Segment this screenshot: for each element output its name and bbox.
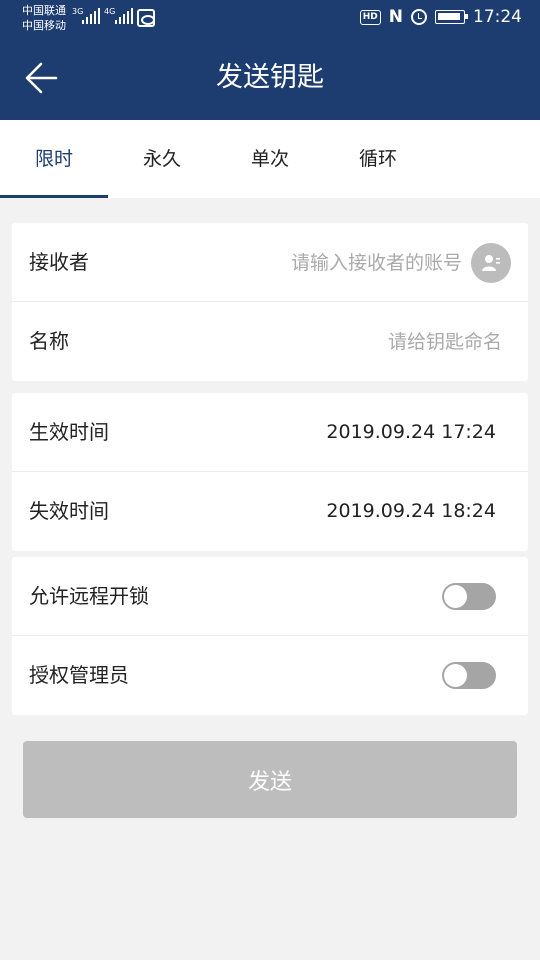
start-time-label: 生效时间 <box>29 420 109 444</box>
key-name-input[interactable] <box>242 322 502 362</box>
nfc-icon: N <box>388 7 403 27</box>
carrier-1: 中国联通 <box>22 4 66 17</box>
status-bar: 中国联通 中国移动 3G 4G HD N 17:24 <box>0 0 540 36</box>
tab-single-use[interactable]: 单次 <box>216 120 324 198</box>
recipient-input[interactable] <box>182 243 462 283</box>
status-indicators: HD N 17:24 <box>359 7 522 27</box>
app-notification-icon <box>137 9 155 27</box>
page-title: 发送钥匙 <box>216 62 324 93</box>
send-button[interactable]: 发送 <box>23 741 517 818</box>
admin-toggle[interactable] <box>442 662 496 689</box>
carrier-2: 中国移动 <box>22 19 66 32</box>
app-header: 中国联通 中国移动 3G 4G HD N 17:24 发送钥匙 <box>0 0 540 120</box>
end-time-row[interactable]: 失效时间 2019.09.24 18:24 <box>12 472 528 551</box>
permissions-card: 允许远程开锁 授权管理员 <box>12 557 528 715</box>
admin-row: 授权管理员 <box>12 636 528 715</box>
remote-unlock-label: 允许远程开锁 <box>29 584 149 608</box>
recipient-card: 接收者 名称 <box>12 223 528 381</box>
network-type-2: 4G <box>104 7 116 16</box>
key-name-label: 名称 <box>29 329 69 353</box>
recipient-row: 接收者 <box>12 223 528 302</box>
tab-limited-time[interactable]: 限时 <box>0 120 108 198</box>
tab-permanent[interactable]: 永久 <box>108 120 216 198</box>
end-time-value[interactable]: 2019.09.24 18:24 <box>326 472 496 551</box>
start-time-row[interactable]: 生效时间 2019.09.24 17:24 <box>12 393 528 472</box>
admin-label: 授权管理员 <box>29 663 129 687</box>
remote-unlock-toggle[interactable] <box>442 583 496 610</box>
key-type-tabs: 限时 永久 单次 循环 <box>0 120 540 198</box>
contact-icon <box>482 255 500 271</box>
battery-icon <box>435 10 468 24</box>
signal-icon <box>82 8 100 24</box>
recipient-label: 接收者 <box>29 250 89 274</box>
start-time-value[interactable]: 2019.09.24 17:24 <box>326 393 496 472</box>
contacts-button[interactable] <box>471 243 511 283</box>
hd-icon: HD <box>359 9 381 25</box>
validity-card: 生效时间 2019.09.24 17:24 失效时间 2019.09.24 18… <box>12 393 528 551</box>
alarm-icon <box>411 9 427 25</box>
tab-recurring[interactable]: 循环 <box>324 120 432 198</box>
carrier-info: 中国联通 中国移动 <box>22 3 66 33</box>
remote-unlock-row: 允许远程开锁 <box>12 557 528 636</box>
end-time-label: 失效时间 <box>29 499 109 523</box>
key-name-row: 名称 <box>12 302 528 381</box>
status-time: 17:24 <box>473 7 522 27</box>
signal-icon <box>115 8 133 24</box>
